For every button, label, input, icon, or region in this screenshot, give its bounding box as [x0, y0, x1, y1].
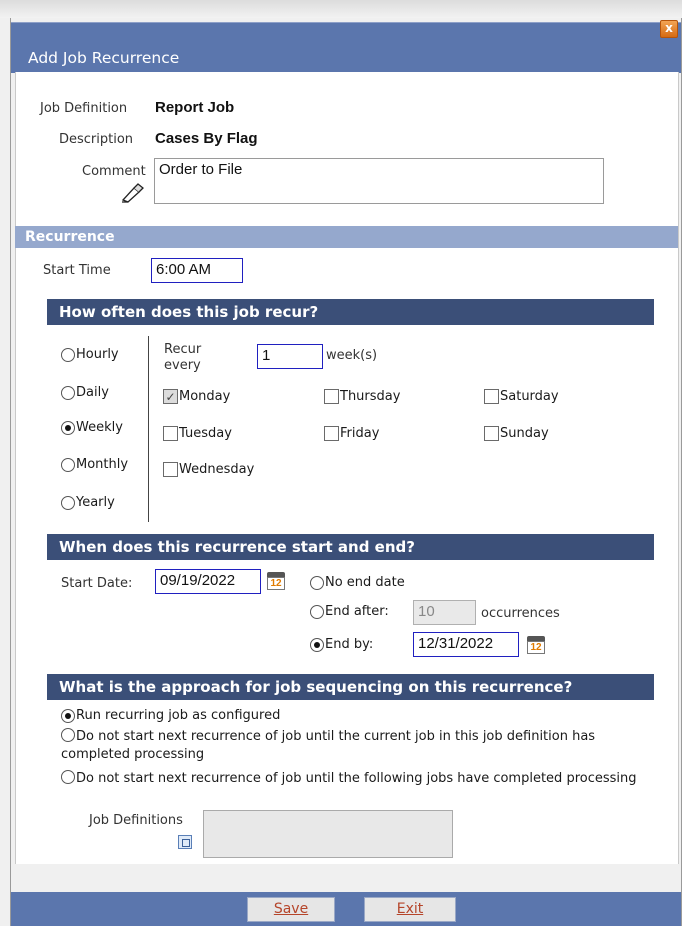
radio-hourly[interactable]: Hourly: [61, 347, 119, 362]
comment-label: Comment: [82, 164, 146, 179]
checkbox-thursday[interactable]: Thursday: [324, 389, 400, 404]
recurrence-section-header: Recurrence: [15, 226, 678, 248]
frequency-divider: [148, 336, 149, 522]
radio-end-by[interactable]: End by:: [310, 637, 373, 652]
end-after-input[interactable]: 10: [413, 600, 476, 625]
radio-monthly[interactable]: Monthly: [61, 457, 128, 472]
checkbox-sunday[interactable]: Sunday: [484, 426, 549, 441]
occurrences-label: occurrences: [481, 606, 560, 621]
description-label: Description: [59, 132, 134, 147]
start-time-label: Start Time: [43, 263, 111, 278]
comment-field[interactable]: Order to File: [154, 158, 604, 204]
radio-yearly[interactable]: Yearly: [61, 495, 115, 510]
close-icon[interactable]: x: [660, 20, 678, 38]
checkbox-saturday[interactable]: Saturday: [484, 389, 559, 404]
radio-run-as-configured[interactable]: Run recurring job as configured: [61, 708, 280, 723]
checkbox-wednesday[interactable]: Wednesday: [163, 462, 254, 477]
checkbox-tuesday[interactable]: Tuesday: [163, 426, 232, 441]
recur-every-label: Recur every: [164, 342, 202, 373]
job-definition-value: Report Job: [155, 99, 235, 116]
end-by-input[interactable]: 12/31/2022: [413, 632, 519, 657]
radio-daily[interactable]: Daily: [61, 385, 109, 400]
left-border: [10, 18, 11, 926]
radio-end-after[interactable]: End after:: [310, 604, 389, 619]
range-header: When does this recurrence start and end?: [47, 534, 654, 560]
radio-wait-following-jobs[interactable]: Do not start next recurrence of job unti…: [61, 770, 641, 788]
recur-unit-label: week(s): [326, 348, 378, 363]
start-date-calendar-icon[interactable]: 12: [266, 570, 286, 592]
sequencing-header: What is the approach for job sequencing …: [47, 674, 654, 700]
dialog-title: Add Job Recurrence: [28, 49, 180, 67]
recur-every-input[interactable]: 1: [257, 344, 323, 369]
job-definitions-label: Job Definitions: [89, 813, 183, 828]
radio-no-end-date[interactable]: No end date: [310, 575, 405, 590]
start-time-input[interactable]: 6:00 AM: [151, 258, 243, 283]
footer-bar: [11, 892, 681, 926]
exit-button[interactable]: Exit: [364, 897, 456, 922]
job-definitions-list[interactable]: [203, 810, 453, 858]
frequency-header: How often does this job recur?: [47, 299, 654, 325]
edit-comment-icon[interactable]: [120, 182, 148, 204]
top-shadow: [0, 0, 682, 18]
radio-wait-current-job[interactable]: Do not start next recurrence of job unti…: [61, 728, 641, 764]
select-job-definitions-icon[interactable]: [178, 835, 192, 849]
checkbox-friday[interactable]: Friday: [324, 426, 379, 441]
start-date-label: Start Date:: [61, 576, 133, 591]
job-definition-label: Job Definition: [40, 101, 128, 116]
checkbox-monday[interactable]: ✓ Monday: [163, 389, 230, 404]
start-date-input[interactable]: 09/19/2022: [155, 569, 261, 594]
description-value: Cases By Flag: [155, 130, 258, 147]
save-button[interactable]: Save: [247, 897, 335, 922]
radio-weekly[interactable]: Weekly: [61, 420, 123, 435]
title-bar: Add Job Recurrence: [11, 22, 681, 73]
end-by-calendar-icon[interactable]: 12: [526, 634, 546, 656]
